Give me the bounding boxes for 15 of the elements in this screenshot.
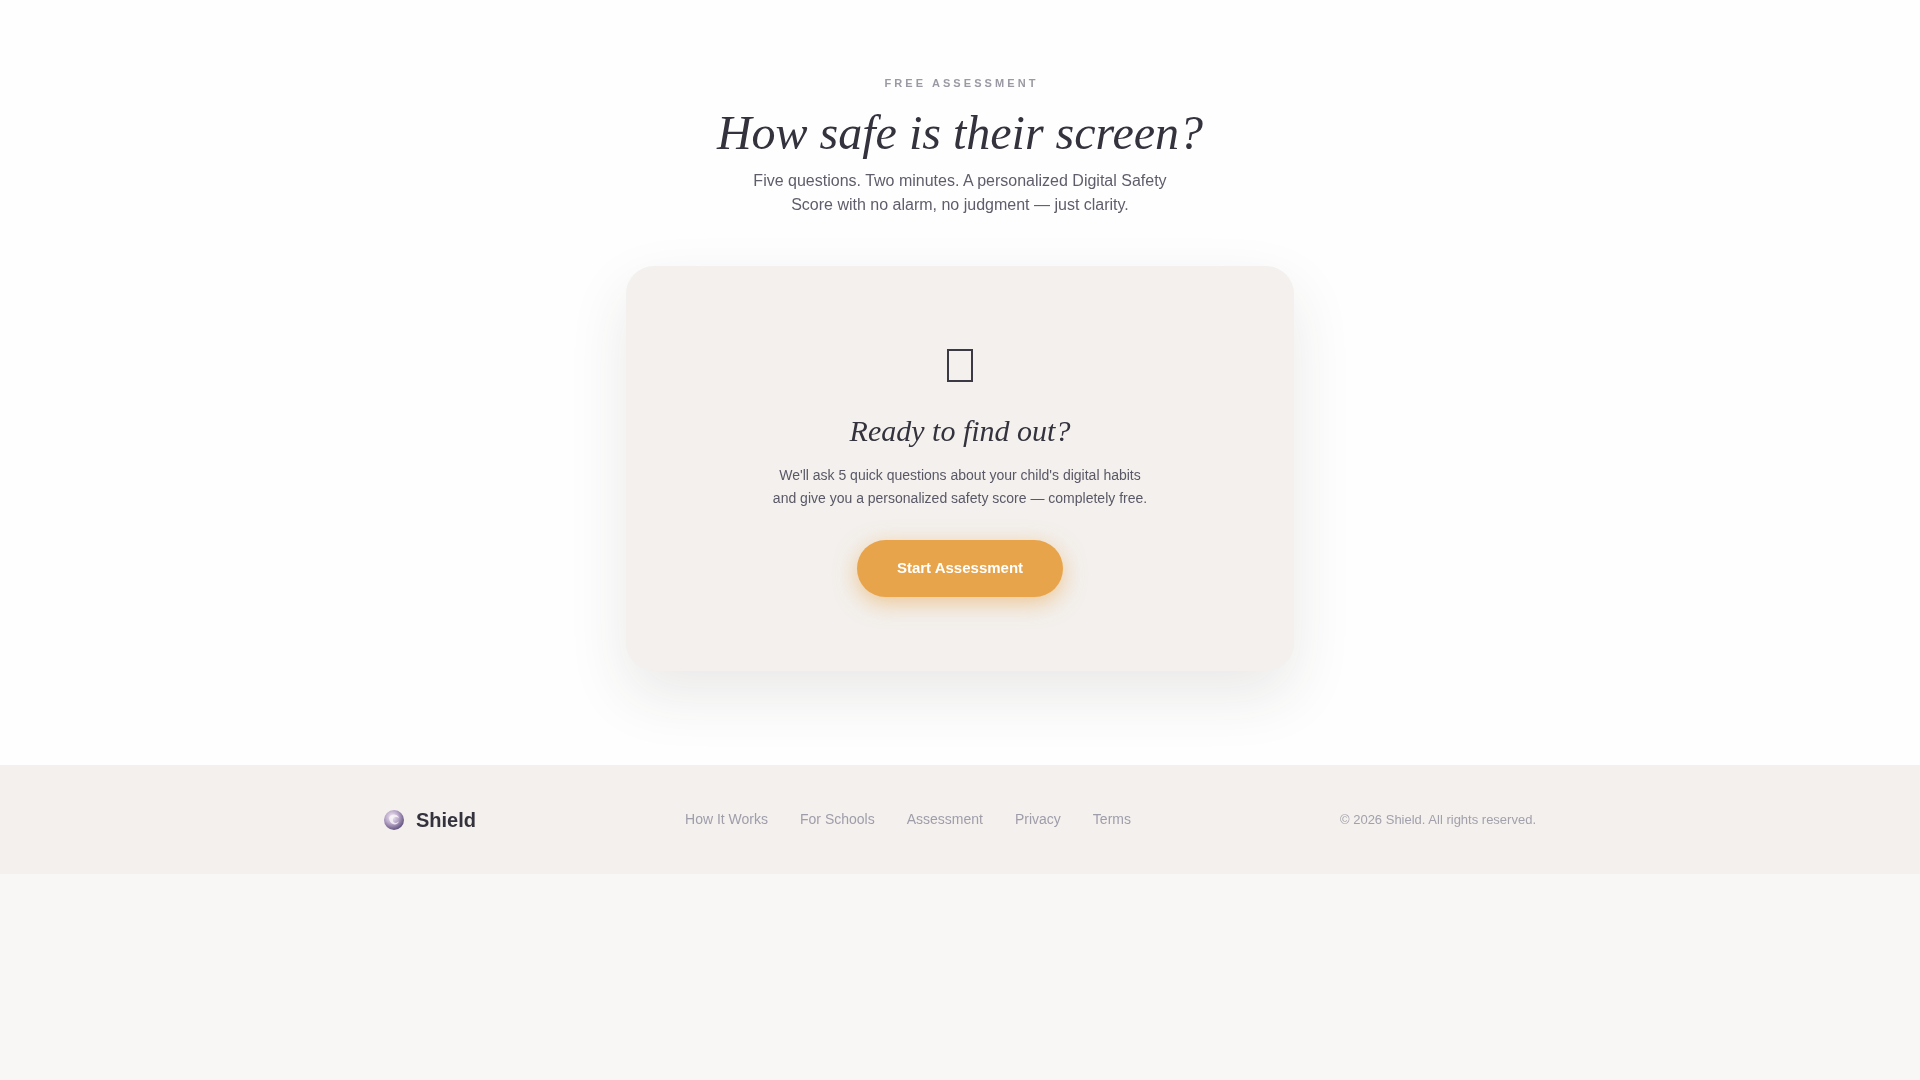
missing-glyph-icon [947, 349, 973, 382]
card-description: We'll ask 5 quick questions about your child's digital habits and give you a personalized safety score — completely free. [771, 466, 1149, 508]
copyright-text: © 2026 Shield. All rights reserved. [1340, 810, 1536, 829]
page-heading: How safe is their screen? [716, 105, 1204, 161]
card-heading: Ready to find out? [849, 413, 1071, 449]
footer-link[interactable]: How It Works [685, 809, 768, 830]
footer-link[interactable]: For Schools [800, 809, 875, 830]
footer-link[interactable]: Privacy [1014, 809, 1061, 830]
page-subtitle: Five questions. Two minutes. A personalized Digital Safety Score with no alarm, no judgment — just clarity. [752, 171, 1168, 215]
footer-link[interactable]: Assessment [906, 809, 983, 830]
footer-link[interactable]: Terms [1092, 809, 1131, 830]
start-assessment-button[interactable]: Start Assessment [857, 540, 1063, 597]
eyebrow-label: FREE ASSESSMENT [883, 76, 1039, 91]
sphere-logo-icon [384, 809, 404, 830]
brand-name: Shield [416, 807, 476, 833]
